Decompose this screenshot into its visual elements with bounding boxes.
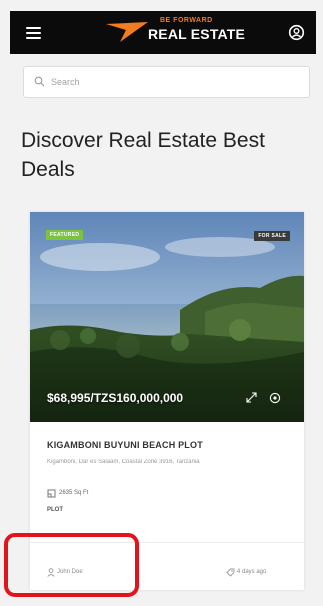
page-title: Discover Real Estate Best Deals: [21, 129, 265, 181]
status-badge: FOR SALE: [254, 231, 290, 241]
listing-title[interactable]: KIGAMBONI BUYUNI BEACH PLOT: [47, 440, 203, 450]
logo-main-text: REAL ESTATE: [148, 26, 246, 42]
listing-price: $68,995/TZS160,000,000: [47, 391, 184, 405]
search-bar[interactable]: [23, 66, 310, 98]
expand-icon[interactable]: [246, 392, 257, 403]
user-icon: [47, 568, 55, 577]
listing-photo[interactable]: FEATURED FOR SALE $68,995/TZS160,000,000: [30, 212, 304, 422]
listing-card[interactable]: FEATURED FOR SALE $68,995/TZS160,000,000…: [30, 212, 304, 590]
logo-small-text: BE FORWARD: [160, 17, 213, 24]
view-icon[interactable]: [269, 392, 281, 404]
agent-name[interactable]: John Doe: [57, 569, 83, 575]
area-icon: [47, 489, 56, 498]
menu-icon[interactable]: [26, 27, 41, 39]
app-header: BE FORWARD REAL ESTATE: [10, 11, 316, 54]
listing-address: Kigamboni, Dar es Salaam, Coastal Zone 3…: [47, 459, 200, 465]
logo-swoosh-icon: [106, 22, 148, 42]
featured-badge: FEATURED: [46, 230, 84, 240]
posted-date: 4 days ago: [237, 569, 267, 575]
tag-icon: [226, 568, 235, 577]
search-input[interactable]: [51, 73, 291, 91]
search-icon: [34, 76, 45, 87]
property-type: PLOT: [47, 507, 63, 513]
account-icon[interactable]: [288, 24, 305, 41]
brand-logo[interactable]: BE FORWARD REAL ESTATE: [104, 17, 256, 49]
area-value: 2635 Sq Ft: [59, 490, 89, 496]
card-divider: [30, 542, 304, 543]
